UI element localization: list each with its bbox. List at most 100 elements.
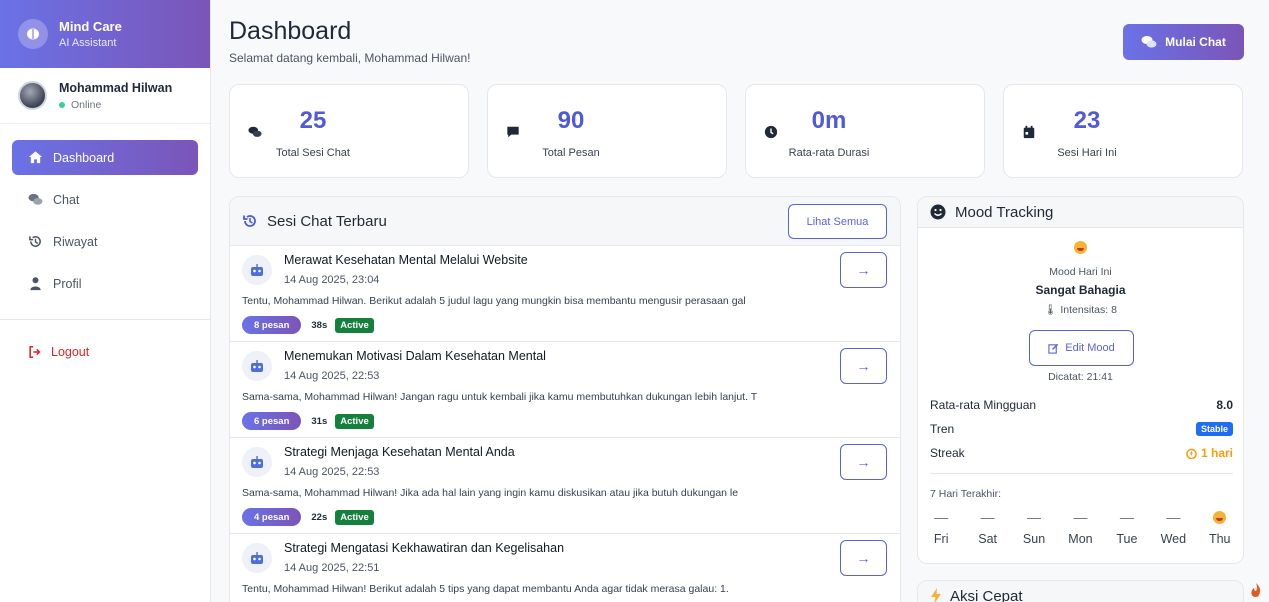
mood-recorded-time: Dicatat: 21:41 bbox=[1048, 371, 1113, 383]
session-time: 14 Aug 2025, 22:51 bbox=[284, 562, 380, 574]
sidebar-item-label: Profil bbox=[53, 276, 82, 291]
day-mood bbox=[1197, 507, 1243, 527]
edit-mood-label: Edit Mood bbox=[1065, 342, 1115, 354]
duration-text: 31s bbox=[311, 415, 328, 427]
edit-mood-button[interactable]: Edit Mood bbox=[1029, 330, 1134, 366]
arrow-right-icon: → bbox=[856, 550, 871, 566]
recent-sessions-title: Sesi Chat Terbaru bbox=[267, 212, 387, 230]
start-chat-button[interactable]: Mulai Chat bbox=[1123, 24, 1244, 60]
stat-average-duration: 0m Rata-rata Durasi bbox=[745, 84, 985, 178]
session-time: 14 Aug 2025, 22:53 bbox=[284, 466, 380, 478]
stat-value: 0m bbox=[811, 107, 847, 134]
day-mood: — bbox=[934, 509, 949, 525]
user-status-text: Online bbox=[71, 98, 102, 111]
robot-icon bbox=[242, 255, 272, 285]
online-dot-icon bbox=[59, 101, 65, 108]
day-column: — Mon bbox=[1057, 507, 1103, 546]
user-status: Online bbox=[59, 99, 172, 111]
session-preview: Sama-sama, Mohammad Hilwan! Jangan ragu … bbox=[242, 391, 758, 403]
robot-icon bbox=[242, 543, 272, 573]
logout-button[interactable]: Logout bbox=[0, 334, 210, 369]
quick-actions-title: Aksi Cepat bbox=[950, 587, 1023, 602]
sidebar-item-chat[interactable]: Chat bbox=[12, 182, 198, 217]
page-title: Dashboard bbox=[229, 17, 352, 45]
brain-icon bbox=[18, 19, 48, 49]
day-column: — Wed bbox=[1150, 507, 1196, 546]
sidebar-item-riwayat[interactable]: Riwayat bbox=[12, 224, 198, 259]
session-item[interactable]: Strategi Mengatasi Kekhawatiran dan Kege… bbox=[230, 534, 900, 602]
day-label: Mon bbox=[1068, 532, 1093, 546]
sidebar-item-profil[interactable]: Profil bbox=[12, 266, 198, 301]
day-label: Wed bbox=[1160, 532, 1187, 546]
quick-actions-card: Aksi Cepat bbox=[917, 580, 1244, 602]
session-title: Merawat Kesehatan Mental Melalui Website bbox=[284, 253, 528, 267]
recent-sessions-header: Sesi Chat Terbaru Lihat Semua bbox=[230, 197, 900, 246]
brand-subtitle: AI Assistant bbox=[59, 37, 117, 49]
stat-value: 23 bbox=[1073, 107, 1101, 134]
weekly-average-row: Rata-rata Mingguan 8.0 bbox=[930, 398, 1233, 412]
stat-label: Total Sesi Chat bbox=[276, 147, 350, 159]
message-count-badge: 4 pesan bbox=[242, 508, 302, 526]
page-subtitle: Selamat datang kembali, Mohammad Hilwan! bbox=[229, 51, 471, 65]
open-session-button[interactable]: → bbox=[840, 540, 887, 576]
trend-label: Tren bbox=[930, 422, 955, 436]
smile-icon bbox=[930, 204, 946, 220]
fire-icon bbox=[1186, 448, 1197, 459]
stat-value: 90 bbox=[557, 107, 585, 134]
stat-total-messages: 90 Total Pesan bbox=[487, 84, 727, 178]
session-preview: Tentu, Mohammad Hilwan! Berikut adalah 5… bbox=[242, 583, 729, 595]
duration-text: 38s bbox=[311, 319, 328, 331]
open-session-button[interactable]: → bbox=[840, 348, 887, 384]
session-title: Strategi Menjaga Kesehatan Mental Anda bbox=[284, 445, 515, 459]
session-time: 14 Aug 2025, 22:53 bbox=[284, 370, 380, 382]
day-label: Tue bbox=[1116, 532, 1138, 546]
status-badge: Active bbox=[335, 317, 374, 333]
open-session-button[interactable]: → bbox=[840, 444, 887, 480]
day-label: Sat bbox=[978, 532, 997, 546]
trend-row: Tren Stable bbox=[930, 422, 1233, 436]
session-item[interactable]: Strategi Menjaga Kesehatan Mental Anda 1… bbox=[230, 438, 900, 534]
lightning-icon bbox=[931, 588, 941, 602]
session-title: Menemukan Motivasi Dalam Kesehatan Menta… bbox=[284, 349, 546, 363]
home-icon bbox=[28, 151, 43, 164]
sidebar-item-label: Dashboard bbox=[53, 150, 115, 165]
sidebar-divider bbox=[0, 319, 210, 320]
grinning-face-icon bbox=[1074, 241, 1087, 254]
day-mood: — bbox=[1073, 509, 1088, 525]
day-label: Sun bbox=[1022, 532, 1046, 546]
day-column: — Tue bbox=[1104, 507, 1150, 546]
mood-intensity: 🌡 Intensitas: 8 bbox=[918, 303, 1243, 316]
chat-icon bbox=[28, 193, 43, 205]
streak-row: Streak 1 hari bbox=[930, 446, 1233, 460]
user-profile: Mohammad Hilwan Online bbox=[0, 68, 210, 124]
user-icon bbox=[30, 277, 41, 291]
session-item[interactable]: Menemukan Motivasi Dalam Kesehatan Menta… bbox=[230, 342, 900, 438]
day-mood: — bbox=[1166, 509, 1181, 525]
fire-icon bbox=[1251, 583, 1261, 597]
weekly-average-value: 8.0 bbox=[1216, 398, 1233, 412]
mood-today-label: Mood Hari Ini bbox=[1049, 266, 1112, 278]
day-label: Fri bbox=[933, 532, 949, 546]
comments-icon bbox=[1141, 36, 1157, 48]
sidebar-item-label: Chat bbox=[53, 192, 80, 207]
arrow-right-icon: → bbox=[856, 454, 871, 470]
day-label: Thu bbox=[1208, 532, 1231, 546]
mood-today-value: Sangat Bahagia bbox=[1035, 283, 1126, 297]
recent-sessions-card: Sesi Chat Terbaru Lihat Semua Merawat Ke… bbox=[229, 196, 901, 602]
grinning-face-icon bbox=[1213, 510, 1227, 524]
stat-label: Sesi Hari Ini bbox=[1057, 147, 1117, 159]
user-name: Mohammad Hilwan bbox=[59, 80, 173, 95]
start-chat-label: Mulai Chat bbox=[1165, 35, 1226, 49]
session-preview: Sama-sama, Mohammad Hilwan! Jika ada hal… bbox=[242, 487, 739, 499]
sidebar: Mind Care AI Assistant Mohammad Hilwan O… bbox=[0, 0, 211, 602]
streak-label: Streak bbox=[930, 446, 965, 460]
last-7-days: — Fri — Sat — Sun — Mon — Tue — Wed Thu bbox=[918, 507, 1243, 546]
view-all-button[interactable]: Lihat Semua bbox=[788, 204, 887, 239]
sidebar-item-dashboard[interactable]: Dashboard bbox=[12, 140, 198, 175]
open-session-button[interactable]: → bbox=[840, 252, 887, 288]
status-badge: Active bbox=[335, 509, 374, 525]
stat-sessions-today: 23 Sesi Hari Ini bbox=[1003, 84, 1243, 178]
day-mood: — bbox=[1119, 509, 1134, 525]
day-mood: — bbox=[1027, 509, 1042, 525]
session-item[interactable]: Merawat Kesehatan Mental Melalui Website… bbox=[230, 246, 900, 342]
